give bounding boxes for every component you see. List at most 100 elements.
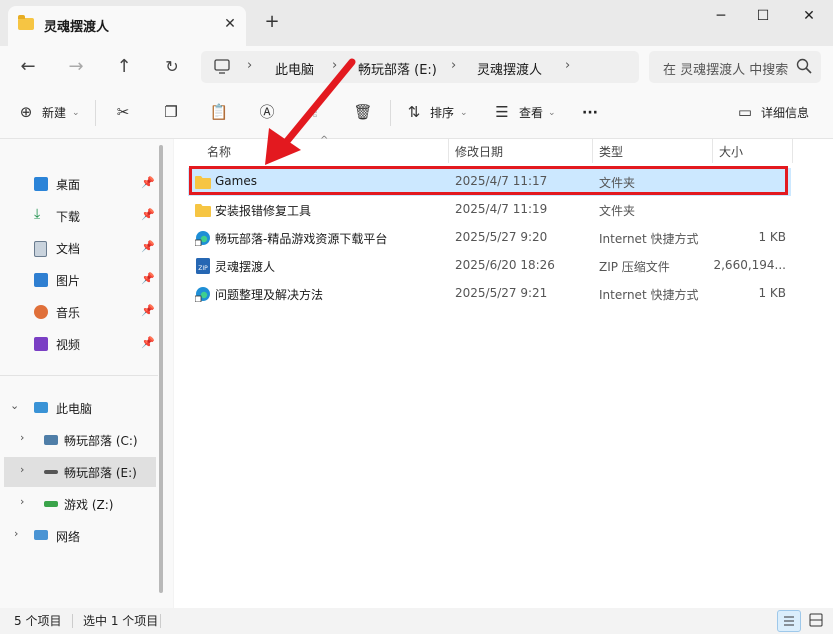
- forward-button[interactable]: →: [62, 54, 90, 80]
- column-divider[interactable]: [592, 139, 593, 163]
- sort-button[interactable]: 排序: [430, 101, 454, 125]
- sidebar-item-label: 桌面: [56, 178, 81, 192]
- file-modified: 2025/5/27 9:21: [455, 286, 548, 300]
- table-row[interactable]: 问题整理及解决方法 2025/5/27 9:21 Internet 快捷方式 1…: [188, 280, 791, 308]
- cut-icon[interactable]: ✂: [113, 102, 133, 122]
- computer-icon: [34, 402, 48, 413]
- sidebar-item-label: 畅玩部落 (E:): [64, 466, 137, 480]
- file-name: 问题整理及解决方法: [215, 288, 324, 302]
- close-tab-button[interactable]: ✕: [220, 14, 240, 34]
- divider: [0, 375, 158, 376]
- sidebar-scrollbar[interactable]: [159, 145, 163, 593]
- navigation-pane: 桌面 📌 ⤓ 下载 📌 文档 📌 图片 📌 音乐 📌 视频 📌 ⌄ 此电脑 › …: [0, 139, 173, 608]
- up-button[interactable]: ↑: [110, 54, 138, 80]
- network-icon: [34, 530, 48, 540]
- sidebar-item-label: 下载: [56, 210, 81, 224]
- file-modified: 2025/4/7 11:19: [455, 202, 548, 216]
- download-icon: ⤓: [34, 206, 41, 222]
- column-header-modified[interactable]: 修改日期: [455, 143, 503, 160]
- file-name: 灵魂摆渡人: [215, 260, 276, 274]
- sidebar-item-label: 图片: [56, 274, 81, 288]
- file-size: 1 KB: [758, 286, 786, 300]
- video-icon: [34, 337, 48, 351]
- divider: [72, 614, 73, 628]
- table-row[interactable]: ZIP 灵魂摆渡人 2025/6/20 18:26 ZIP 压缩文件 2,660…: [188, 252, 791, 280]
- breadcrumb-separator: ›: [565, 58, 571, 73]
- folder-icon: [195, 204, 211, 217]
- edge-shortcut-icon: [195, 231, 210, 246]
- more-options-button[interactable]: ···: [582, 101, 598, 125]
- sidebar-item-drive-z[interactable]: › 游戏 (Z:): [14, 489, 162, 519]
- new-button[interactable]: 新建: [42, 101, 66, 125]
- file-size: 2,660,194...: [713, 258, 786, 272]
- column-divider[interactable]: [792, 139, 793, 163]
- column-divider[interactable]: [448, 139, 449, 163]
- edge-shortcut-icon: [195, 287, 210, 302]
- details-button[interactable]: 详细信息: [761, 101, 809, 125]
- new-tab-button[interactable]: +: [262, 12, 282, 32]
- windows-drive-icon: [44, 435, 58, 445]
- tiles-view-button[interactable]: [805, 610, 827, 630]
- breadcrumb-item-drive-e[interactable]: 畅玩部落 (E:): [358, 59, 437, 78]
- sidebar-item-music[interactable]: 音乐 📌: [8, 297, 156, 327]
- sidebar-item-label: 文档: [56, 242, 81, 256]
- sidebar-item-label: 网络: [56, 530, 81, 544]
- close-window-button[interactable]: ✕: [789, 4, 829, 28]
- maximize-button[interactable]: ☐: [743, 4, 783, 28]
- column-divider[interactable]: [712, 139, 713, 163]
- sidebar-item-network[interactable]: › 网络: [4, 521, 152, 551]
- back-button[interactable]: ←: [14, 54, 42, 80]
- column-header-type[interactable]: 类型: [599, 143, 623, 160]
- status-bar: 5 个项目 选中 1 个项目: [0, 608, 833, 634]
- file-type: Internet 快捷方式: [599, 232, 699, 246]
- column-header-size[interactable]: 大小: [719, 143, 743, 160]
- copy-icon[interactable]: ❐: [161, 102, 181, 122]
- sidebar-item-drive-c[interactable]: › 畅玩部落 (C:): [14, 425, 162, 455]
- search-box[interactable]: 在 灵魂摆渡人 中搜索: [649, 51, 821, 83]
- zip-icon: ZIP: [196, 258, 210, 274]
- chevron-down-icon: ⌄: [72, 108, 80, 118]
- svg-text:ZIP: ZIP: [198, 265, 208, 272]
- pin-icon: 📌: [141, 208, 155, 221]
- sidebar-item-downloads[interactable]: ⤓ 下载 📌: [8, 201, 156, 231]
- sidebar-item-documents[interactable]: 文档 📌: [8, 233, 156, 263]
- sidebar-item-this-pc[interactable]: ⌄ 此电脑: [4, 393, 152, 423]
- desktop-icon: [34, 177, 48, 191]
- refresh-button[interactable]: ↻: [158, 54, 186, 80]
- pin-icon: 📌: [141, 304, 155, 317]
- divider: [160, 614, 161, 628]
- sidebar-item-drive-e[interactable]: › 畅玩部落 (E:): [4, 457, 156, 487]
- breadcrumb-item-current-folder[interactable]: 灵魂摆渡人: [477, 59, 542, 78]
- chevron-down-icon: ⌄: [10, 399, 20, 412]
- annotation-arrow: [265, 58, 356, 165]
- chevron-down-icon: ⌄: [548, 108, 556, 118]
- file-name: 安装报错修复工具: [215, 204, 312, 218]
- sidebar-item-videos[interactable]: 视频 📌: [8, 329, 156, 359]
- paste-icon[interactable]: 📋: [209, 102, 229, 122]
- column-header-name[interactable]: 名称: [207, 143, 231, 160]
- sidebar-item-desktop[interactable]: 桌面 📌: [8, 169, 156, 199]
- details-view-button[interactable]: [777, 610, 801, 632]
- breadcrumb-separator: ›: [247, 58, 253, 73]
- selected-count: 选中 1 个项目: [83, 614, 159, 628]
- minimize-button[interactable]: ─: [701, 4, 741, 28]
- music-icon: [34, 305, 48, 319]
- file-name: 畅玩部落-精品游戏资源下载平台: [215, 232, 388, 246]
- search-icon[interactable]: [795, 57, 813, 75]
- tab-current[interactable]: 灵魂摆渡人 ✕: [8, 6, 246, 46]
- pin-icon: 📌: [141, 240, 155, 253]
- sidebar-item-label: 畅玩部落 (C:): [64, 434, 138, 448]
- file-modified: 2025/6/20 18:26: [455, 258, 555, 272]
- sidebar-item-pictures[interactable]: 图片 📌: [8, 265, 156, 295]
- pin-icon: 📌: [141, 272, 155, 285]
- view-button[interactable]: 查看: [519, 101, 543, 125]
- search-input[interactable]: 在 灵魂摆渡人 中搜索: [663, 59, 789, 78]
- table-row[interactable]: 安装报错修复工具 2025/4/7 11:19 文件夹: [188, 196, 791, 224]
- sidebar-item-label: 音乐: [56, 306, 81, 320]
- breadcrumb-separator: ›: [451, 58, 457, 73]
- table-row[interactable]: 畅玩部落-精品游戏资源下载平台 2025/5/27 9:20 Internet …: [188, 224, 791, 252]
- sidebar-item-label: 视频: [56, 338, 81, 352]
- chevron-right-icon: ›: [20, 495, 25, 508]
- divider: [95, 100, 96, 126]
- drive-icon: [44, 470, 58, 474]
